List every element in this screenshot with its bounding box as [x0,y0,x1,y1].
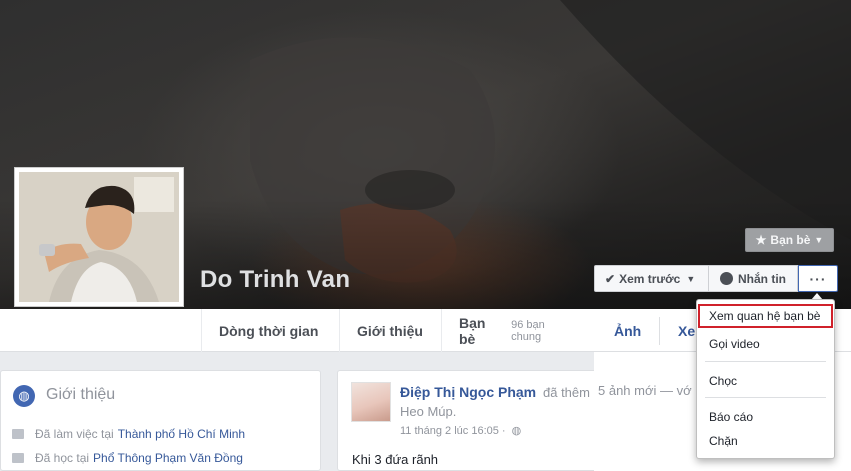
post-action-text: đã thêm [543,385,590,400]
tab-friends[interactable]: Bạn bè 96 bạn chung [441,309,594,352]
caret-down-icon: ▼ [814,235,824,245]
more-options-menu: Xem quan hệ bạn bè Gọi video Chọc Báo cá… [696,299,835,459]
tab-timeline-label: Dòng thời gian [219,322,319,339]
menu-item-view-relationship[interactable]: Xem quan hệ bạn bè [698,304,833,328]
friends-button-label: Bạn bè [770,233,811,247]
message-button-label: Nhắn tin [738,271,786,286]
more-options-button[interactable]: ··· [798,265,838,292]
work-prefix: Đã làm việc tại [35,427,114,441]
post-time-text: 11 tháng 2 lúc 16:05 · [400,425,506,437]
more-icon: ··· [809,270,827,287]
post-album-link[interactable]: Heo Múp. [400,404,456,419]
post-text: Khi 3 đứa rãnh [352,452,439,467]
profile-tabs: Dòng thời gian Giới thiệu Bạn bè 96 bạn … [0,309,594,352]
menu-divider [705,397,826,398]
globe-icon: ◍ [13,385,35,407]
globe-icon: ◍ [511,425,522,437]
profile-name[interactable]: Do Trinh Van [200,266,350,294]
intro-school-row: Đã học tại Phổ Thông Phạm Văn Đồng [12,451,243,465]
tab-timeline[interactable]: Dòng thời gian [201,309,335,352]
menu-item-video-call[interactable]: Gọi video [709,337,760,351]
following-button-label: Xem trước [619,271,681,286]
post-author-avatar[interactable] [351,382,391,422]
post-author-link[interactable]: Điệp Thị Ngọc Phạm [400,384,536,400]
intro-work-row: Đã làm việc tại Thành phố Hồ Chí Minh [12,427,245,441]
menu-divider [705,361,826,362]
school-link[interactable]: Phổ Thông Phạm Văn Đồng [93,451,243,465]
star-icon: ★ [755,233,767,247]
menu-item-block[interactable]: Chặn [709,434,738,448]
profile-action-bar: ✔ Xem trước ▼ Nhắn tin ··· [594,265,838,292]
graduation-cap-icon [12,453,24,463]
post-action-overflow: 5 ảnh mới — vớ [598,383,692,398]
check-icon: ✔ [605,271,616,286]
post-card: Điệp Thị Ngọc Phạm đã thêm Heo Múp. 11 t… [337,370,594,471]
menu-item-report[interactable]: Báo cáo [709,410,753,424]
menu-item-poke[interactable]: Chọc [709,374,737,388]
mutual-friends-count: 96 bạn chung [511,318,545,343]
friends-button[interactable]: ★ Bạn bè ▼ [745,228,834,252]
work-place-link[interactable]: Thành phố Hồ Chí Minh [118,427,245,441]
messenger-icon [720,272,733,285]
tab-friends-label: Bạn bè [459,314,486,347]
tab-about[interactable]: Giới thiệu [339,309,440,352]
following-button[interactable]: ✔ Xem trước ▼ [594,265,709,292]
intro-title: Giới thiệu [46,386,116,403]
tab-about-label: Giới thiệu [357,322,423,339]
message-button[interactable]: Nhắn tin [709,265,798,292]
briefcase-icon [12,429,24,439]
profile-picture[interactable] [14,167,184,307]
post-timestamp[interactable]: 11 tháng 2 lúc 16:05 · ◍ [400,424,521,437]
tab-photos[interactable]: Ảnh [614,309,641,352]
caret-down-icon: ▼ [686,273,696,284]
school-prefix: Đã học tại [35,451,90,465]
profile-photo [19,172,179,302]
